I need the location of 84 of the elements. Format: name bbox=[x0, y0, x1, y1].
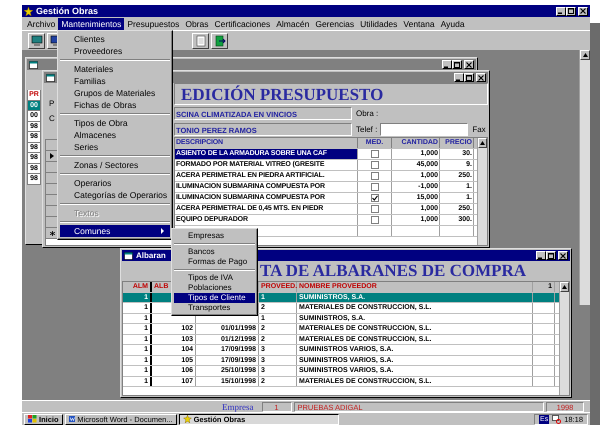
menu-item[interactable]: Utilidades bbox=[357, 18, 400, 30]
computer-icon bbox=[30, 34, 42, 46]
close-icon bbox=[580, 8, 586, 14]
document-icon bbox=[68, 415, 76, 423]
menu-item[interactable]: Grupos de Materiales bbox=[60, 87, 170, 99]
menu-item[interactable]: Gerencias bbox=[312, 18, 358, 30]
document-icon bbox=[194, 34, 206, 46]
door-icon bbox=[214, 34, 226, 46]
windows-logo-icon bbox=[28, 415, 37, 423]
close-button[interactable] bbox=[558, 251, 568, 260]
menu-item[interactable]: Clientes bbox=[60, 33, 170, 45]
form-heading: EDICIÓN PRESUPUESTO bbox=[174, 83, 488, 105]
record-pointer-icon bbox=[50, 153, 54, 159]
menu-item[interactable]: Materiales bbox=[60, 63, 170, 75]
field-label: Obra : bbox=[356, 108, 378, 118]
menu-item[interactable]: Ayuda bbox=[438, 18, 468, 30]
scrollbar[interactable] bbox=[477, 138, 487, 245]
checkbox[interactable] bbox=[370, 216, 378, 224]
menu-item[interactable]: Operarios bbox=[60, 177, 170, 189]
toolbar-button[interactable] bbox=[192, 32, 209, 48]
maximize-icon bbox=[568, 8, 574, 14]
menu-item[interactable]: Empresas bbox=[174, 231, 255, 241]
menu-item[interactable]: Presupuestos bbox=[124, 18, 182, 30]
checkbox[interactable] bbox=[370, 183, 378, 191]
scroll-up-icon[interactable] bbox=[562, 285, 567, 289]
field-label: Telef : bbox=[356, 124, 378, 134]
menu-item[interactable]: Categorías de Operarios bbox=[60, 189, 170, 201]
window-icon bbox=[46, 74, 55, 82]
scroll-up-icon[interactable] bbox=[480, 141, 485, 145]
monitor-icon[interactable] bbox=[552, 414, 562, 424]
status-label: Empresa bbox=[222, 402, 254, 412]
menu-item[interactable]: Mantenimientos bbox=[58, 18, 124, 30]
menu-item[interactable]: Transportes bbox=[174, 303, 255, 313]
form-heading: TA DE ALBARANES DE COMPRA bbox=[260, 261, 526, 281]
menu-item[interactable]: Almacén bbox=[273, 18, 312, 30]
close-icon bbox=[478, 74, 484, 80]
menu-item[interactable]: Tipos de Cliente bbox=[174, 293, 255, 303]
menu-item[interactable]: Obras bbox=[182, 18, 212, 30]
star-icon bbox=[182, 415, 192, 423]
window-icon bbox=[29, 60, 38, 68]
menu-item[interactable]: Zonas / Sectores bbox=[60, 159, 170, 171]
scroll-up-icon[interactable] bbox=[582, 53, 588, 57]
scrollbar[interactable] bbox=[579, 50, 590, 305]
menu-item[interactable]: Comunes bbox=[60, 225, 170, 237]
maximize-button[interactable] bbox=[566, 6, 576, 16]
input-field[interactable] bbox=[380, 122, 468, 136]
field-label: C bbox=[49, 114, 55, 123]
close-icon bbox=[466, 62, 472, 68]
menu-item[interactable]: Bancos bbox=[174, 247, 255, 257]
star-icon bbox=[24, 6, 33, 16]
checkbox[interactable] bbox=[370, 205, 378, 213]
close-icon bbox=[560, 252, 566, 258]
field-label: P bbox=[49, 99, 54, 108]
menu-item[interactable]: Almacenes bbox=[60, 129, 170, 141]
menu-item[interactable]: Familias bbox=[60, 75, 170, 87]
toolbar-button[interactable] bbox=[28, 32, 45, 48]
menu-item[interactable]: Certificaciones bbox=[212, 18, 274, 30]
maximize-icon bbox=[548, 252, 554, 258]
checkbox[interactable] bbox=[370, 172, 378, 180]
menu-item[interactable]: Proveedores bbox=[60, 45, 170, 57]
checkbox[interactable] bbox=[370, 161, 378, 169]
menu-item[interactable]: Formas de Pago bbox=[174, 257, 255, 267]
window-title: Gestión Obras bbox=[36, 6, 98, 16]
minimize-button[interactable] bbox=[536, 251, 546, 260]
menu-item[interactable]: Series bbox=[60, 141, 170, 153]
minimize-button[interactable] bbox=[556, 6, 566, 16]
menu-item[interactable]: Tipos de IVA bbox=[174, 273, 255, 283]
field-label: Fax bbox=[472, 124, 486, 134]
menu-item[interactable]: Tipos de Obra bbox=[60, 117, 170, 129]
maximize-button[interactable] bbox=[546, 251, 556, 260]
menu-item[interactable]: Ventana bbox=[400, 18, 438, 30]
close-button[interactable] bbox=[578, 6, 588, 16]
checkbox[interactable] bbox=[370, 194, 378, 202]
menu-item[interactable]: Archivo bbox=[24, 18, 58, 30]
menu-item[interactable]: Fichas de Obras bbox=[60, 99, 170, 111]
toolbar-button[interactable] bbox=[211, 32, 228, 48]
window-icon bbox=[124, 252, 133, 260]
maximize-icon bbox=[466, 74, 472, 80]
checkbox[interactable] bbox=[370, 150, 378, 158]
scrollbar[interactable] bbox=[559, 282, 569, 395]
maximize-icon bbox=[454, 62, 460, 68]
window-title: Albaran bbox=[136, 251, 166, 260]
asterisk-icon bbox=[50, 230, 54, 236]
menu-item[interactable]: Poblaciones bbox=[174, 283, 255, 293]
